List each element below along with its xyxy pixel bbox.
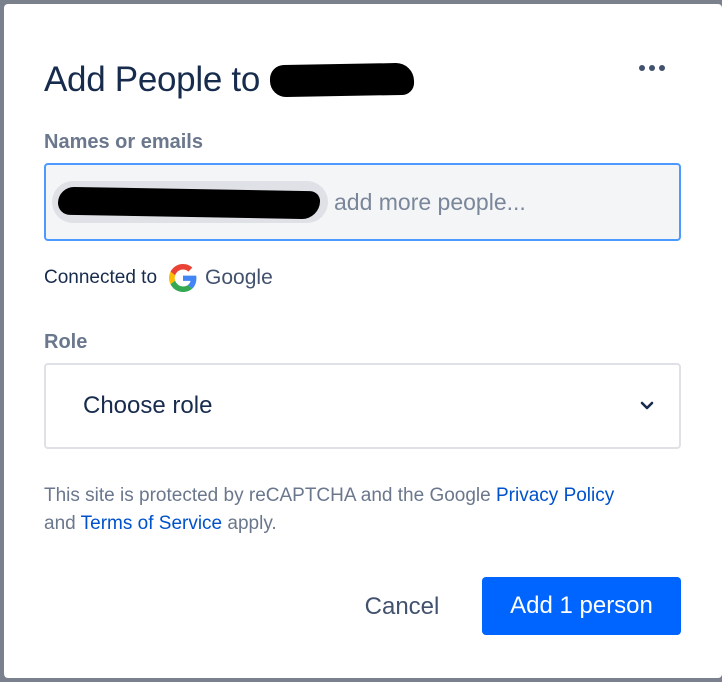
cancel-button[interactable]: Cancel xyxy=(342,578,462,636)
add-person-button[interactable]: Add 1 person xyxy=(482,577,681,635)
more-options-button[interactable] xyxy=(632,54,672,82)
role-select[interactable]: Choose role xyxy=(44,363,681,449)
more-horizontal-icon-dot xyxy=(649,65,655,71)
terms-of-service-link[interactable]: Terms of Service xyxy=(81,513,222,534)
chevron-down-icon[interactable] xyxy=(639,397,655,413)
dialog-title: Add People to xyxy=(44,60,260,99)
add-people-dialog: Add People to Names or emails add more p… xyxy=(4,4,722,678)
recaptcha-notice: This site is protected by reCAPTCHA and … xyxy=(44,482,694,538)
redacted-person-name xyxy=(57,186,321,220)
redacted-space-name xyxy=(269,62,415,98)
role-select-value[interactable]: Choose role xyxy=(83,392,212,420)
people-input-placeholder[interactable]: add more people... xyxy=(334,189,526,216)
recaptcha-text-before: This site is protected by reCAPTCHA and … xyxy=(44,485,496,506)
names-label: Names or emails xyxy=(44,131,203,153)
selected-person-chip[interactable] xyxy=(52,181,328,223)
role-label: Role xyxy=(44,331,88,353)
recaptcha-text-after: apply. xyxy=(222,513,277,534)
people-input[interactable]: add more people... xyxy=(44,163,681,241)
more-horizontal-icon-dot xyxy=(659,65,665,71)
recaptcha-text-middle: and xyxy=(44,513,81,534)
privacy-policy-link[interactable]: Privacy Policy xyxy=(496,485,614,506)
connected-label: Connected to xyxy=(44,267,158,288)
dialog-header: Add People to xyxy=(44,58,415,102)
google-g-icon xyxy=(169,264,197,292)
more-horizontal-icon xyxy=(639,65,645,71)
google-label: Google xyxy=(205,266,273,289)
connected-to-google: Connected to Google xyxy=(44,264,273,292)
